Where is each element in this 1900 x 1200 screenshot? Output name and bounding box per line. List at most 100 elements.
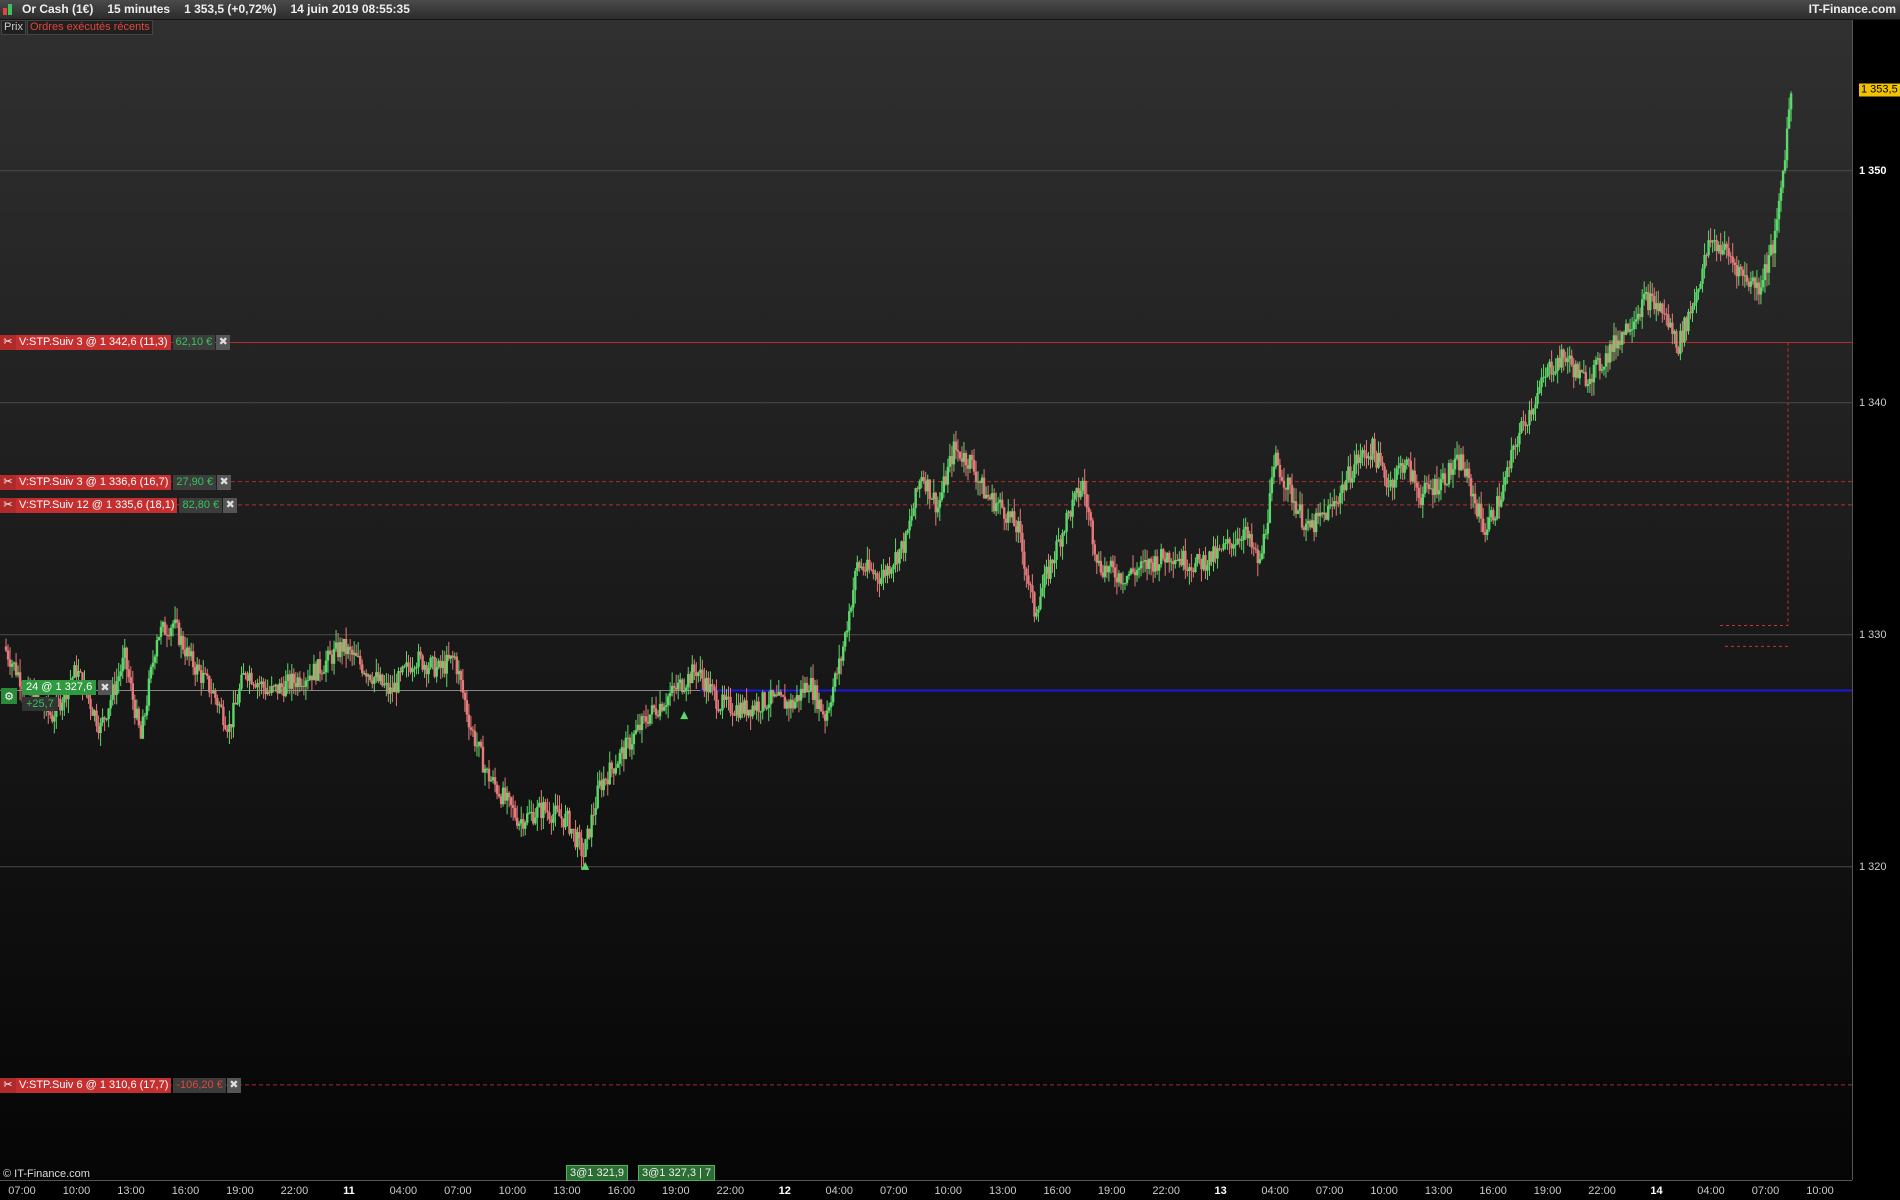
candle [143, 715, 147, 717]
close-icon[interactable]: ✖ [216, 335, 231, 351]
x-tick-label: 04:00 [389, 1185, 418, 1197]
x-tick-label: 13:00 [988, 1185, 1017, 1197]
candle [413, 668, 416, 670]
candle [489, 780, 493, 782]
candle [1123, 583, 1127, 585]
candle [354, 652, 358, 657]
x-tick-label: 04:00 [1697, 1185, 1725, 1197]
price-axis[interactable]: 1 320 1 330 1 340 1 350 1 353,5 [1852, 20, 1900, 1180]
candle [1534, 404, 1537, 409]
close-icon[interactable]: ✖ [223, 497, 238, 513]
close-icon[interactable]: ✖ [217, 474, 232, 490]
candle [1481, 518, 1485, 533]
candle [779, 691, 783, 696]
candle [509, 797, 513, 806]
y-tick-label: 1 320 [1859, 860, 1887, 873]
last-price-tag: 1 353,5 [1859, 83, 1900, 97]
candle [105, 718, 108, 720]
candle [807, 691, 811, 693]
candle [1779, 187, 1783, 201]
gear-icon[interactable]: ⚙ [1, 688, 17, 704]
candle [361, 664, 364, 674]
position-label[interactable]: 24 @ 1 327,6 [22, 680, 97, 695]
x-tick-label: 04:00 [825, 1185, 854, 1197]
stop-order-icon[interactable]: ✂ [0, 474, 16, 490]
candle [1500, 499, 1503, 507]
close-position-icon[interactable]: ✖ [98, 680, 112, 695]
candle [99, 722, 102, 734]
candle [1761, 280, 1765, 288]
candle [634, 730, 638, 734]
x-tick-label: 22:00 [716, 1185, 745, 1197]
candle [666, 696, 670, 706]
stop-order-icon[interactable]: ✂ [0, 497, 16, 513]
timestamp: 14 juin 2019 08:55:35 [290, 2, 410, 16]
tab-price[interactable]: Prix [1, 20, 26, 35]
candle [1403, 465, 1406, 473]
candle [1787, 109, 1791, 129]
order-label[interactable]: V:STP.Suiv 12 @ 1 335,6 (18,1) [16, 497, 178, 513]
candle [1759, 287, 1763, 295]
candle [672, 685, 676, 688]
candle [1536, 392, 1539, 405]
time-axis[interactable]: 07:00 10:00 13:00 16:00 19:00 22:00 11 04:00 07:… [0, 1180, 1852, 1200]
candle [1699, 283, 1702, 289]
candle [580, 837, 583, 857]
chart-canvas[interactable] [0, 20, 1852, 1180]
candle [1586, 384, 1590, 386]
stop-order-icon[interactable]: ✂ [0, 335, 16, 351]
candle [1443, 473, 1447, 485]
timeframe[interactable]: 15 minutes [107, 2, 170, 16]
order-tag[interactable]: ✂ V:STP.Suiv 3 @ 1 342,6 (11,3) 62,10 € ✖ [0, 335, 231, 351]
candle [518, 823, 521, 826]
candle [1001, 499, 1004, 508]
order-tag[interactable]: ✂ V:STP.Suiv 12 @ 1 335,6 (18,1) 82,80 € ✖ [0, 497, 238, 513]
candle [224, 724, 227, 730]
candle [1037, 609, 1040, 613]
x-tick-label: 10:00 [1806, 1185, 1834, 1197]
candle [1053, 559, 1056, 564]
stop-order-icon[interactable]: ✂ [0, 1077, 16, 1093]
candle [220, 704, 223, 707]
candle [544, 802, 547, 811]
candle [89, 698, 92, 710]
candle [1023, 551, 1026, 569]
candle [1238, 538, 1241, 541]
order-label[interactable]: V:STP.Suiv 6 @ 1 310,6 (17,7) [16, 1077, 172, 1093]
candle [127, 669, 130, 678]
candle [890, 569, 893, 574]
candle [825, 710, 829, 721]
order-tag[interactable]: ✂ V:STP.Suiv 6 @ 1 310,6 (17,7) -106,20 € ✖ [0, 1077, 241, 1093]
candle [614, 767, 617, 774]
candle [596, 785, 599, 808]
candle [683, 690, 686, 692]
candle [640, 716, 644, 731]
candle [546, 810, 549, 813]
fill-badge[interactable]: 3@1 327,3 | 7 [638, 1165, 716, 1181]
candle [373, 677, 376, 684]
candle [1725, 243, 1728, 249]
candle [222, 706, 225, 725]
candle [793, 701, 797, 709]
price-chart[interactable] [0, 20, 1852, 1180]
candle [119, 671, 122, 677]
candle [1695, 292, 1698, 303]
x-day-label: 13 [1214, 1185, 1227, 1197]
candle [1473, 493, 1477, 504]
close-icon[interactable]: ✖ [226, 1077, 241, 1093]
order-label[interactable]: V:STP.Suiv 3 @ 1 342,6 (11,3) [16, 335, 171, 351]
candle [693, 664, 696, 672]
fill-badge[interactable]: 3@1 321,9 [566, 1165, 628, 1181]
candle [974, 471, 978, 482]
candle [862, 566, 865, 571]
candle [1300, 504, 1304, 528]
x-tick-label: 22:00 [280, 1185, 309, 1197]
candle [1651, 293, 1654, 297]
candle [1494, 518, 1497, 521]
candle [407, 662, 410, 668]
candle [1397, 465, 1400, 469]
order-tag[interactable]: ✂ V:STP.Suiv 3 @ 1 336,6 (16,7) 27,90 € ✖ [0, 474, 232, 490]
tab-recent-orders[interactable]: Ordres exécutés récents [26, 20, 153, 35]
order-label[interactable]: V:STP.Suiv 3 @ 1 336,6 (16,7) [16, 474, 172, 490]
candle [381, 674, 384, 686]
